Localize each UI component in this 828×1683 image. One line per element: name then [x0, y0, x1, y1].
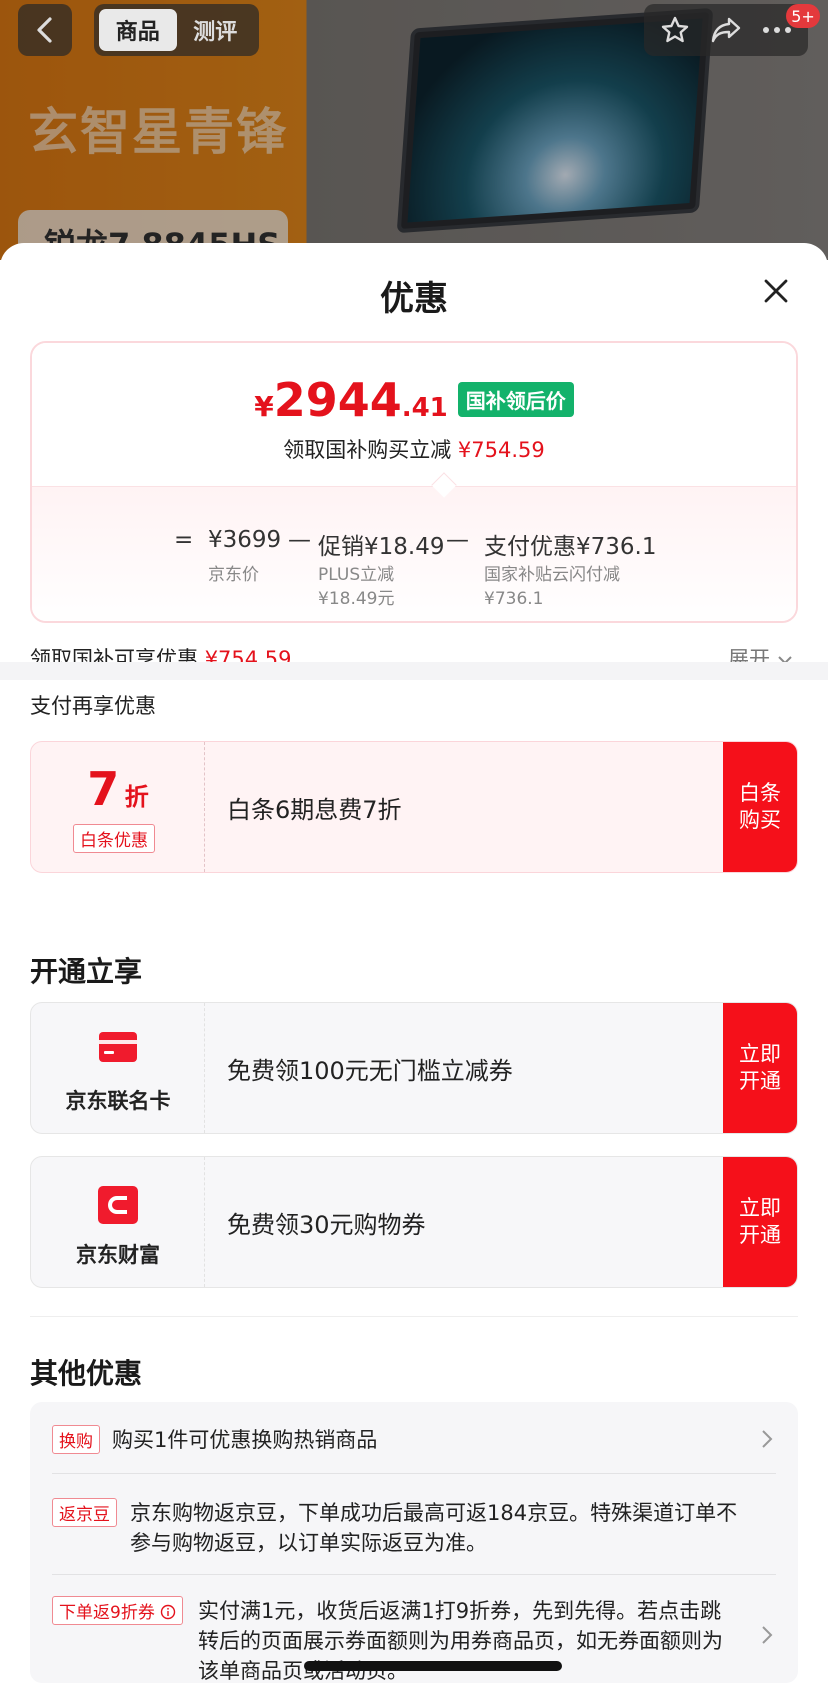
baitiao-tag: 白条优惠: [73, 824, 155, 853]
home-indicator[interactable]: [304, 1661, 562, 1671]
section-gap: [0, 662, 828, 680]
activate-section-title: 开通立享: [30, 955, 143, 988]
baitiao-buy-button[interactable]: 白条购买: [723, 742, 797, 872]
share-icon[interactable]: [708, 12, 744, 48]
coupon-tag: 下单返9折券: [52, 1596, 184, 1625]
jd-finance-name: 京东财富: [76, 1243, 160, 1267]
jd-finance-activate-button[interactable]: 立即开通: [723, 1157, 797, 1287]
promo-detail: ¥18.49元: [318, 589, 395, 609]
jd-card-name: 京东联名卡: [65, 1089, 171, 1113]
price-card: ¥ 2944 .41 国补领后价 领取国补购买立减 ¥754.59 = ¥369…: [30, 341, 798, 623]
list-item-exchange[interactable]: 换购 购买1件可优惠换购热销商品: [52, 1425, 752, 1455]
jd-finance-offer-text: 免费领30元购物券: [227, 1210, 426, 1239]
other-offers-list: 换购 购买1件可优惠换购热销商品 返京豆 京东购物返京豆，下单成功后最高可返18…: [30, 1402, 798, 1683]
payment-label: 支付再享优惠: [30, 694, 156, 718]
equals-sign: =: [174, 527, 194, 553]
baitiao-offer-text: 白条6期息费7折: [227, 795, 402, 824]
chevron-right-icon[interactable]: [760, 1428, 774, 1450]
chevron-right-icon[interactable]: [760, 1624, 774, 1646]
pay-discount: 支付优惠¥736.1: [484, 534, 657, 560]
tab-product[interactable]: 商品: [99, 9, 177, 51]
jd-finance-offer[interactable]: 京东财富 免费领30元购物券 立即开通: [30, 1156, 798, 1288]
promo-label: PLUS立减: [318, 565, 395, 585]
notification-badge: 5+: [786, 4, 820, 28]
close-button[interactable]: [758, 273, 794, 309]
discount-value: 7 折: [87, 762, 149, 816]
jd-card-activate-button[interactable]: 立即开通: [723, 1003, 797, 1133]
star-icon[interactable]: [657, 12, 693, 48]
list-item-jingdou: 返京豆 京东购物返京豆，下单成功后最高可返184京豆。特殊渠道订单不参与购物返豆…: [52, 1498, 752, 1558]
pay-detail: ¥736.1: [484, 589, 544, 609]
jd-card-offer[interactable]: 京东联名卡 免费领100元无门槛立减券 立即开通: [30, 1002, 798, 1134]
baitiao-offer-card[interactable]: 7 折 白条优惠 白条6期息费7折 白条购买: [30, 741, 798, 873]
other-section-title: 其他优惠: [30, 1357, 143, 1390]
chevron-left-icon: [37, 17, 52, 43]
divider: [30, 1316, 798, 1317]
jd-card-offer-text: 免费领100元无门槛立减券: [227, 1056, 513, 1085]
minus-sign-2: —: [446, 527, 469, 553]
top-segment-tabs: 商品 测评: [94, 4, 259, 56]
sheet-title: 优惠: [380, 279, 448, 319]
close-icon: [764, 279, 788, 303]
exchange-text: 购买1件可优惠换购热销商品: [112, 1428, 378, 1452]
jingdou-tag: 返京豆: [52, 1498, 117, 1527]
pay-label: 国家补贴云闪付减: [484, 565, 620, 585]
top-actions: [644, 4, 808, 56]
jd-price-label: 京东价: [208, 565, 259, 585]
minus-sign: —: [288, 527, 311, 553]
back-button[interactable]: [18, 4, 72, 56]
exchange-tag: 换购: [52, 1425, 100, 1454]
tab-review[interactable]: 测评: [177, 9, 255, 51]
subsidy-price-tag: 国补领后价: [457, 382, 574, 417]
final-price: ¥ 2944 .41 国补领后价: [32, 373, 796, 427]
promo-amount: 促销¥18.49: [318, 534, 445, 560]
price-sub-line: 领取国补购买立减 ¥754.59: [283, 438, 545, 462]
credit-card-icon: [31, 1031, 205, 1063]
jingdou-text: 京东购物返京豆，下单成功后最高可返184京豆。特殊渠道订单不参与购物返豆，以订单…: [130, 1501, 738, 1555]
jd-price: ¥3699: [208, 527, 282, 553]
info-icon[interactable]: [160, 1604, 176, 1620]
wallet-icon: [31, 1185, 205, 1225]
